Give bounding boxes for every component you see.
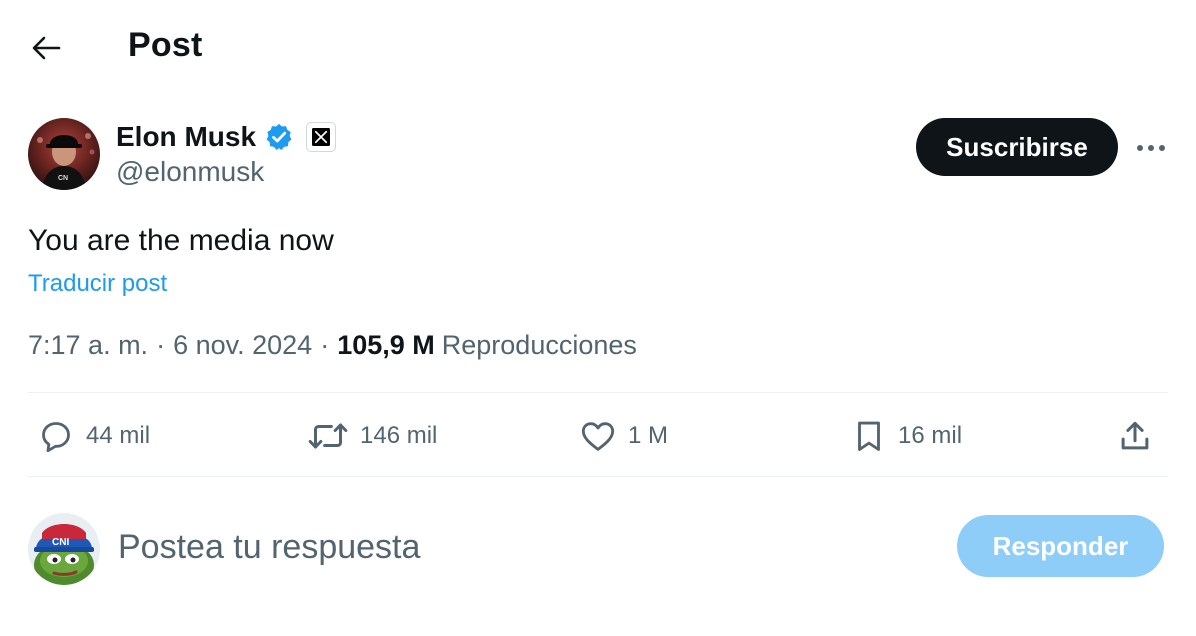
back-button[interactable] [24,28,68,68]
translate-post-link[interactable]: Traducir post [28,270,167,298]
repost-count: 146 mil [360,422,438,449]
divider [28,476,1168,477]
post-text: You are the media now [28,224,334,257]
svg-text:CN: CN [58,175,68,182]
reply-count: 44 mil [86,422,151,449]
author-handle[interactable]: @elonmusk [116,156,264,188]
post-date[interactable]: 6 nov. 2024 [173,330,312,361]
repost-action[interactable]: 146 mil [306,414,437,458]
header: Post [0,0,1196,96]
reply-input[interactable] [118,524,898,570]
user-avatar[interactable]: CNI [28,513,100,585]
svg-text:CNI: CNI [52,537,69,548]
like-count: 1 M [628,422,669,449]
divider [28,392,1168,393]
author-name[interactable]: Elon Musk [116,121,256,153]
author-avatar[interactable]: CN [28,118,100,190]
meta-separator: · [320,330,330,360]
bookmark-action[interactable]: 16 mil [850,414,962,458]
comment-icon [42,422,70,453]
author-name-row: Elon Musk [116,118,337,156]
like-action[interactable]: 1 M [578,414,668,458]
post-meta: 7:17 a. m. · 6 nov. 2024 · 105,9 M Repro… [28,330,637,361]
repost-icon [308,423,348,449]
action-bar: 44 mil 146 mil 1 M 16 mil [28,396,1168,476]
views-label: Reproducciones [441,330,637,360]
arrow-left-icon [32,36,61,60]
post-time[interactable]: 7:17 a. m. [28,330,148,361]
reply-action[interactable]: 44 mil [36,414,150,458]
x-logo-icon[interactable] [306,122,337,152]
share-button[interactable] [1116,414,1154,458]
page-title: Post [128,26,203,64]
views-count: 105,9 M [337,330,435,360]
more-horizontal-icon [1137,145,1165,151]
bookmark-count: 16 mil [898,422,963,449]
verified-badge-icon[interactable] [264,121,296,153]
heart-icon [581,422,615,451]
more-button[interactable] [1130,130,1172,166]
share-icon [1121,421,1149,450]
meta-separator: · [156,330,166,360]
subscribe-button[interactable]: Suscribirse [916,118,1118,176]
reply-button[interactable]: Responder [957,515,1164,577]
bookmark-icon [858,421,880,451]
